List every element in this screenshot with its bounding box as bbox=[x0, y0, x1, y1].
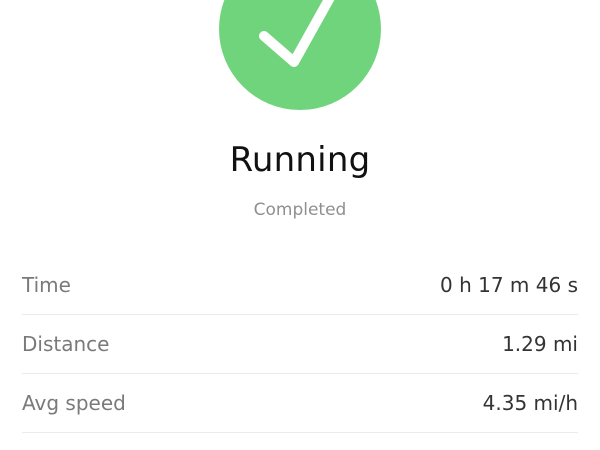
completed-badge bbox=[219, 0, 381, 110]
activity-title: Running bbox=[229, 140, 371, 180]
checkmark-icon bbox=[259, 0, 335, 67]
stat-value-distance: 1.29 mi bbox=[502, 332, 578, 356]
stat-row-distance: Distance 1.29 mi bbox=[22, 315, 578, 374]
stat-label-time: Time bbox=[22, 273, 71, 297]
stat-value-avg-speed: 4.35 mi/h bbox=[482, 391, 578, 415]
stats-list: Time 0 h 17 m 46 s Distance 1.29 mi Avg … bbox=[22, 256, 578, 433]
activity-status: Completed bbox=[253, 200, 347, 220]
stat-value-time: 0 h 17 m 46 s bbox=[440, 273, 578, 297]
stat-row-avg-speed: Avg speed 4.35 mi/h bbox=[22, 374, 578, 433]
stat-label-distance: Distance bbox=[22, 332, 110, 356]
stat-row-time: Time 0 h 17 m 46 s bbox=[22, 256, 578, 315]
stat-label-avg-speed: Avg speed bbox=[22, 391, 126, 415]
